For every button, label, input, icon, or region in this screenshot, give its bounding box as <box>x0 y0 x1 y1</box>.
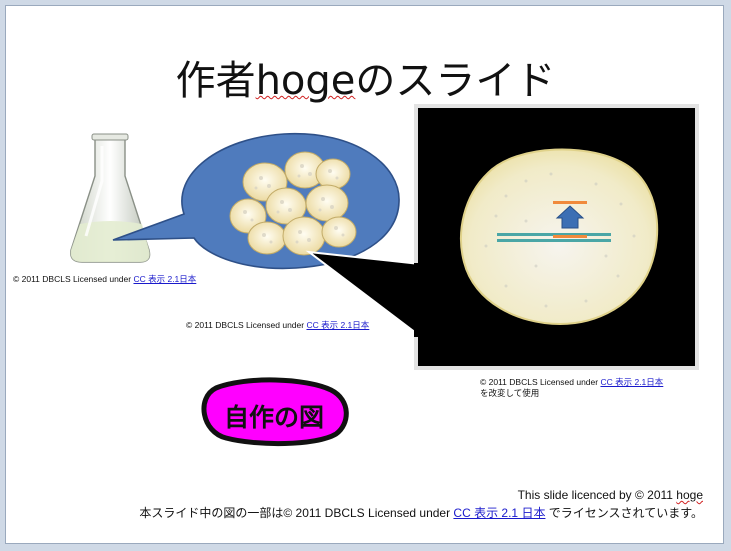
membrane-line-bottom <box>497 239 611 242</box>
footer-attribution-line: 本スライド中の図の一部は© 2011 DBCLS Licensed under … <box>139 506 703 520</box>
credit-zoom: © 2011 DBCLS Licensed under CC 表示 2.1日本を… <box>480 377 664 398</box>
footer-author-name: hoge <box>676 488 703 502</box>
credit-zoom-license-link[interactable]: CC 表示 2.1日本 <box>600 377 663 387</box>
footer-license-line: This slide licenced by © 2011 hoge <box>517 488 703 502</box>
marker-upper <box>553 201 587 204</box>
slide-canvas: 作者hogeのスライド 自作の図 © 2011 DBCLS Licensed u… <box>5 5 724 544</box>
credit-bubble-license-link[interactable]: CC 表示 2.1日本 <box>306 320 369 330</box>
marker-lower <box>553 235 587 238</box>
credit-flask-license-link[interactable]: CC 表示 2.1日本 <box>133 274 196 284</box>
credit-bubble: © 2011 DBCLS Licensed under CC 表示 2.1日本 <box>186 320 370 330</box>
credit-zoom-note: を改変して使用 <box>480 388 540 398</box>
footer-license-link[interactable]: CC 表示 2.1 日本 <box>453 506 545 520</box>
credit-flask: © 2011 DBCLS Licensed under CC 表示 2.1日本 <box>13 274 197 284</box>
original-figure-badge[interactable]: 自作の図 <box>201 377 349 447</box>
flask-illustration[interactable] <box>70 133 151 263</box>
badge-label: 自作の図 <box>224 403 324 432</box>
